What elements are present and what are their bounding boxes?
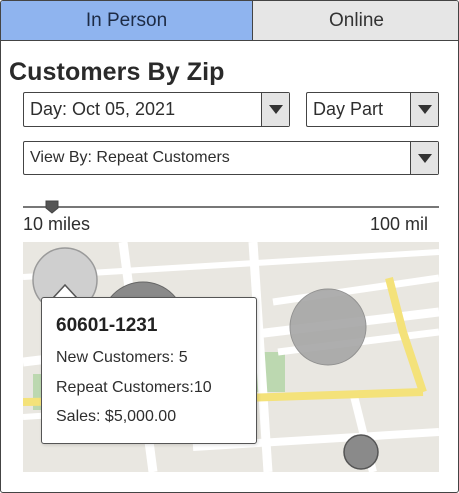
day-select[interactable]: Day: Oct 05, 2021: [23, 92, 290, 127]
distance-slider-track[interactable]: [23, 206, 439, 208]
tab-online[interactable]: Online: [253, 1, 458, 41]
customers-by-zip-widget: In Person Online Customers By Zip Day: O…: [0, 0, 459, 493]
distance-max-label: 100 mil: [369, 214, 428, 234]
page-title: Customers By Zip: [9, 58, 225, 86]
distance-slider-thumb[interactable]: [45, 200, 59, 214]
customer-marker[interactable]: [289, 288, 367, 366]
popup-repeat-customers: Repeat Customers:10: [56, 379, 212, 396]
popup-sales: Sales: $5,000.00: [56, 408, 177, 425]
popup-zip-code: 60601-1231: [56, 315, 158, 336]
zip-info-popup: 60601-1231 New Customers: 5 Repeat Custo…: [41, 297, 257, 444]
chevron-down-icon[interactable]: [410, 93, 438, 126]
channel-tabs: In Person Online: [1, 1, 458, 41]
view-by-select-label: View By: Repeat Customers: [30, 149, 230, 166]
tab-in-person[interactable]: In Person: [1, 1, 253, 41]
day-part-select[interactable]: Day Part: [306, 92, 439, 127]
popup-new-customers: New Customers: 5: [56, 349, 188, 366]
day-part-select-label: Day Part: [313, 99, 384, 119]
chevron-down-icon[interactable]: [410, 142, 438, 174]
distance-min-label: 10 miles: [23, 214, 91, 234]
chevron-down-icon[interactable]: [261, 93, 289, 126]
day-select-label: Day: Oct 05, 2021: [30, 99, 176, 119]
customer-marker[interactable]: [343, 434, 379, 470]
view-by-select[interactable]: View By: Repeat Customers: [23, 141, 439, 175]
